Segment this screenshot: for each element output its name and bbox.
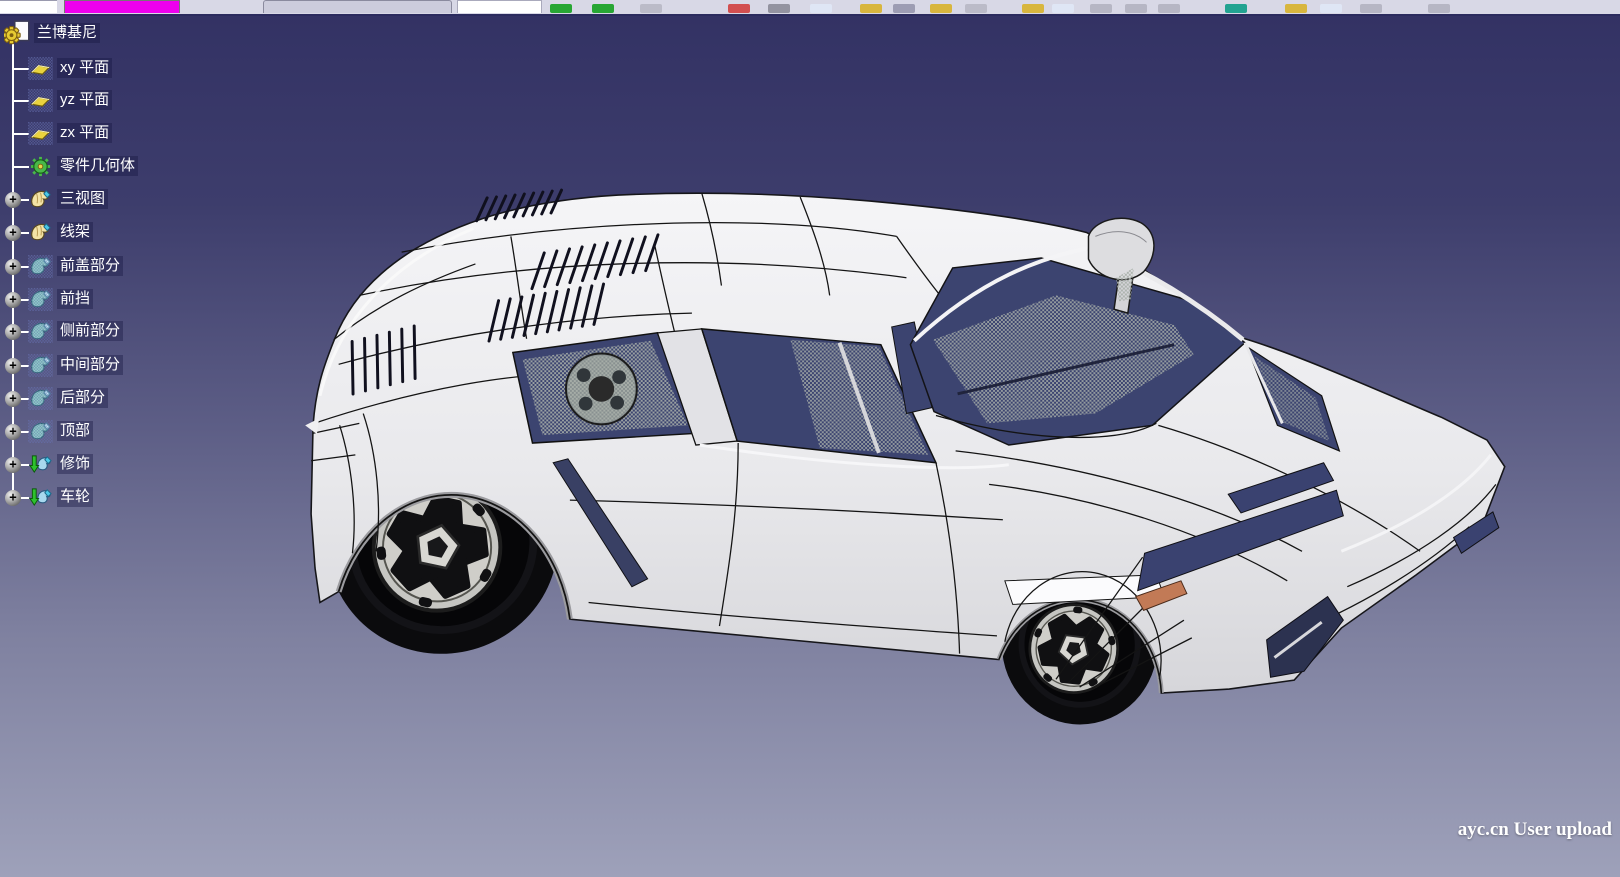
tree-item-zx-plane[interactable]: zx 平面	[0, 122, 250, 146]
tree-item-label[interactable]: 修饰	[57, 454, 93, 474]
green-arrow-icon[interactable]	[592, 4, 614, 13]
window-icon[interactable]	[1052, 4, 1074, 13]
specification-tree: 兰博基尼 xy 平面 yz 平面 zx 平面 零件几何体 + 三视图	[0, 14, 260, 534]
pencil-icon[interactable]	[768, 4, 790, 13]
expand-icon[interactable]: +	[5, 358, 21, 374]
ordered-geometrical-set-icon	[28, 453, 53, 476]
tree-item-front-shield[interactable]: + 前挡	[0, 288, 250, 312]
tree-item-label[interactable]: 零件几何体	[57, 156, 138, 176]
hidden-geometrical-set-icon	[28, 420, 53, 443]
watermark-text: ayc.cn User upload	[1458, 819, 1612, 841]
color-swatch[interactable]	[64, 0, 180, 13]
plane-icon	[28, 57, 53, 80]
tree-item-label[interactable]: 车轮	[57, 487, 93, 507]
yellow-tool-icon[interactable]	[930, 4, 952, 13]
yellow-tool-icon[interactable]	[860, 4, 882, 13]
geometrical-set-icon	[28, 221, 53, 244]
gray-tool-icon[interactable]	[1428, 4, 1450, 13]
hidden-geometrical-set-icon	[28, 255, 53, 278]
slate-tool-icon[interactable]	[893, 4, 915, 13]
tree-item-label[interactable]: 侧前部分	[57, 321, 123, 341]
tree-item-label[interactable]: 前盖部分	[57, 256, 123, 276]
expand-icon[interactable]: +	[5, 391, 21, 407]
tree-item-yz-plane[interactable]: yz 平面	[0, 89, 250, 113]
tree-item-label[interactable]: 后部分	[57, 388, 108, 408]
tree-item-label[interactable]: xy 平面	[57, 58, 112, 78]
green-arrow-icon[interactable]	[550, 4, 572, 13]
gray-tool-icon[interactable]	[965, 4, 987, 13]
viewport-3d[interactable]: 兰博基尼 xy 平面 yz 平面 zx 平面 零件几何体 + 三视图	[0, 14, 1620, 877]
toolbar-dropdown[interactable]	[457, 0, 542, 13]
tree-item-label[interactable]: 兰博基尼	[34, 23, 100, 43]
hidden-geometrical-set-icon	[28, 354, 53, 377]
tree-item-rear-section[interactable]: + 后部分	[0, 387, 250, 411]
tree-item-trim[interactable]: + 修饰	[0, 453, 250, 477]
expand-icon[interactable]: +	[5, 490, 21, 506]
tree-item-label[interactable]: 前挡	[57, 289, 93, 309]
toolbar	[0, 0, 1620, 16]
toolbar-field[interactable]	[0, 0, 57, 13]
tree-item-xy-plane[interactable]: xy 平面	[0, 57, 250, 81]
teal-tool-icon[interactable]	[1225, 4, 1247, 13]
hidden-geometrical-set-icon	[28, 320, 53, 343]
tree-item-middle-section[interactable]: + 中间部分	[0, 354, 250, 378]
tree-item-wireframe[interactable]: + 线架	[0, 221, 250, 245]
expand-icon[interactable]: +	[5, 259, 21, 275]
gray-tool-icon[interactable]	[1125, 4, 1147, 13]
gray-tool-icon[interactable]	[1360, 4, 1382, 13]
tree-item-partbody[interactable]: 零件几何体	[0, 155, 250, 179]
expand-icon[interactable]: +	[5, 292, 21, 308]
partbody-icon	[28, 155, 53, 178]
car-model[interactable]	[305, 190, 1505, 732]
gray-tool-icon[interactable]	[1090, 4, 1112, 13]
ordered-geometrical-set-icon	[28, 486, 53, 509]
steering-wheel	[566, 353, 637, 424]
window-icon[interactable]	[1320, 4, 1342, 13]
yellow-tool-icon[interactable]	[1285, 4, 1307, 13]
gray-tool-icon[interactable]	[1158, 4, 1180, 13]
expand-icon[interactable]: +	[5, 457, 21, 473]
toolbar-button[interactable]	[263, 0, 452, 13]
tree-item-label[interactable]: 顶部	[57, 421, 93, 441]
tree-item-front-cover[interactable]: + 前盖部分	[0, 255, 250, 279]
tree-item-label[interactable]: 三视图	[57, 189, 108, 209]
yellow-tool-icon[interactable]	[1022, 4, 1044, 13]
tree-item-label[interactable]: zx 平面	[57, 123, 112, 143]
tree-item-top-section[interactable]: + 顶部	[0, 420, 250, 444]
window-icon[interactable]	[810, 4, 832, 13]
tree-item-three-views[interactable]: + 三视图	[0, 188, 250, 212]
plane-icon	[28, 122, 53, 145]
tree-item-label[interactable]: 线架	[57, 222, 93, 242]
expand-icon[interactable]: +	[5, 225, 21, 241]
expand-icon[interactable]: +	[5, 424, 21, 440]
geometrical-set-icon	[28, 188, 53, 211]
tree-item-root-part[interactable]: 兰博基尼	[0, 22, 250, 46]
part-icon	[4, 19, 32, 47]
hidden-geometrical-set-icon	[28, 387, 53, 410]
gray-tool-icon[interactable]	[640, 4, 662, 13]
plane-icon	[28, 89, 53, 112]
tree-item-front-side[interactable]: + 侧前部分	[0, 320, 250, 344]
expand-icon[interactable]: +	[5, 324, 21, 340]
tree-item-label[interactable]: yz 平面	[57, 90, 112, 110]
expand-icon[interactable]: +	[5, 192, 21, 208]
no-entry-icon[interactable]	[728, 4, 750, 13]
taillight-highlight	[305, 418, 319, 434]
hidden-geometrical-set-icon	[28, 288, 53, 311]
tree-item-label[interactable]: 中间部分	[57, 355, 123, 375]
tree-item-wheels[interactable]: + 车轮	[0, 486, 250, 510]
catia-window: 兰博基尼 xy 平面 yz 平面 zx 平面 零件几何体 + 三视图	[0, 0, 1620, 877]
